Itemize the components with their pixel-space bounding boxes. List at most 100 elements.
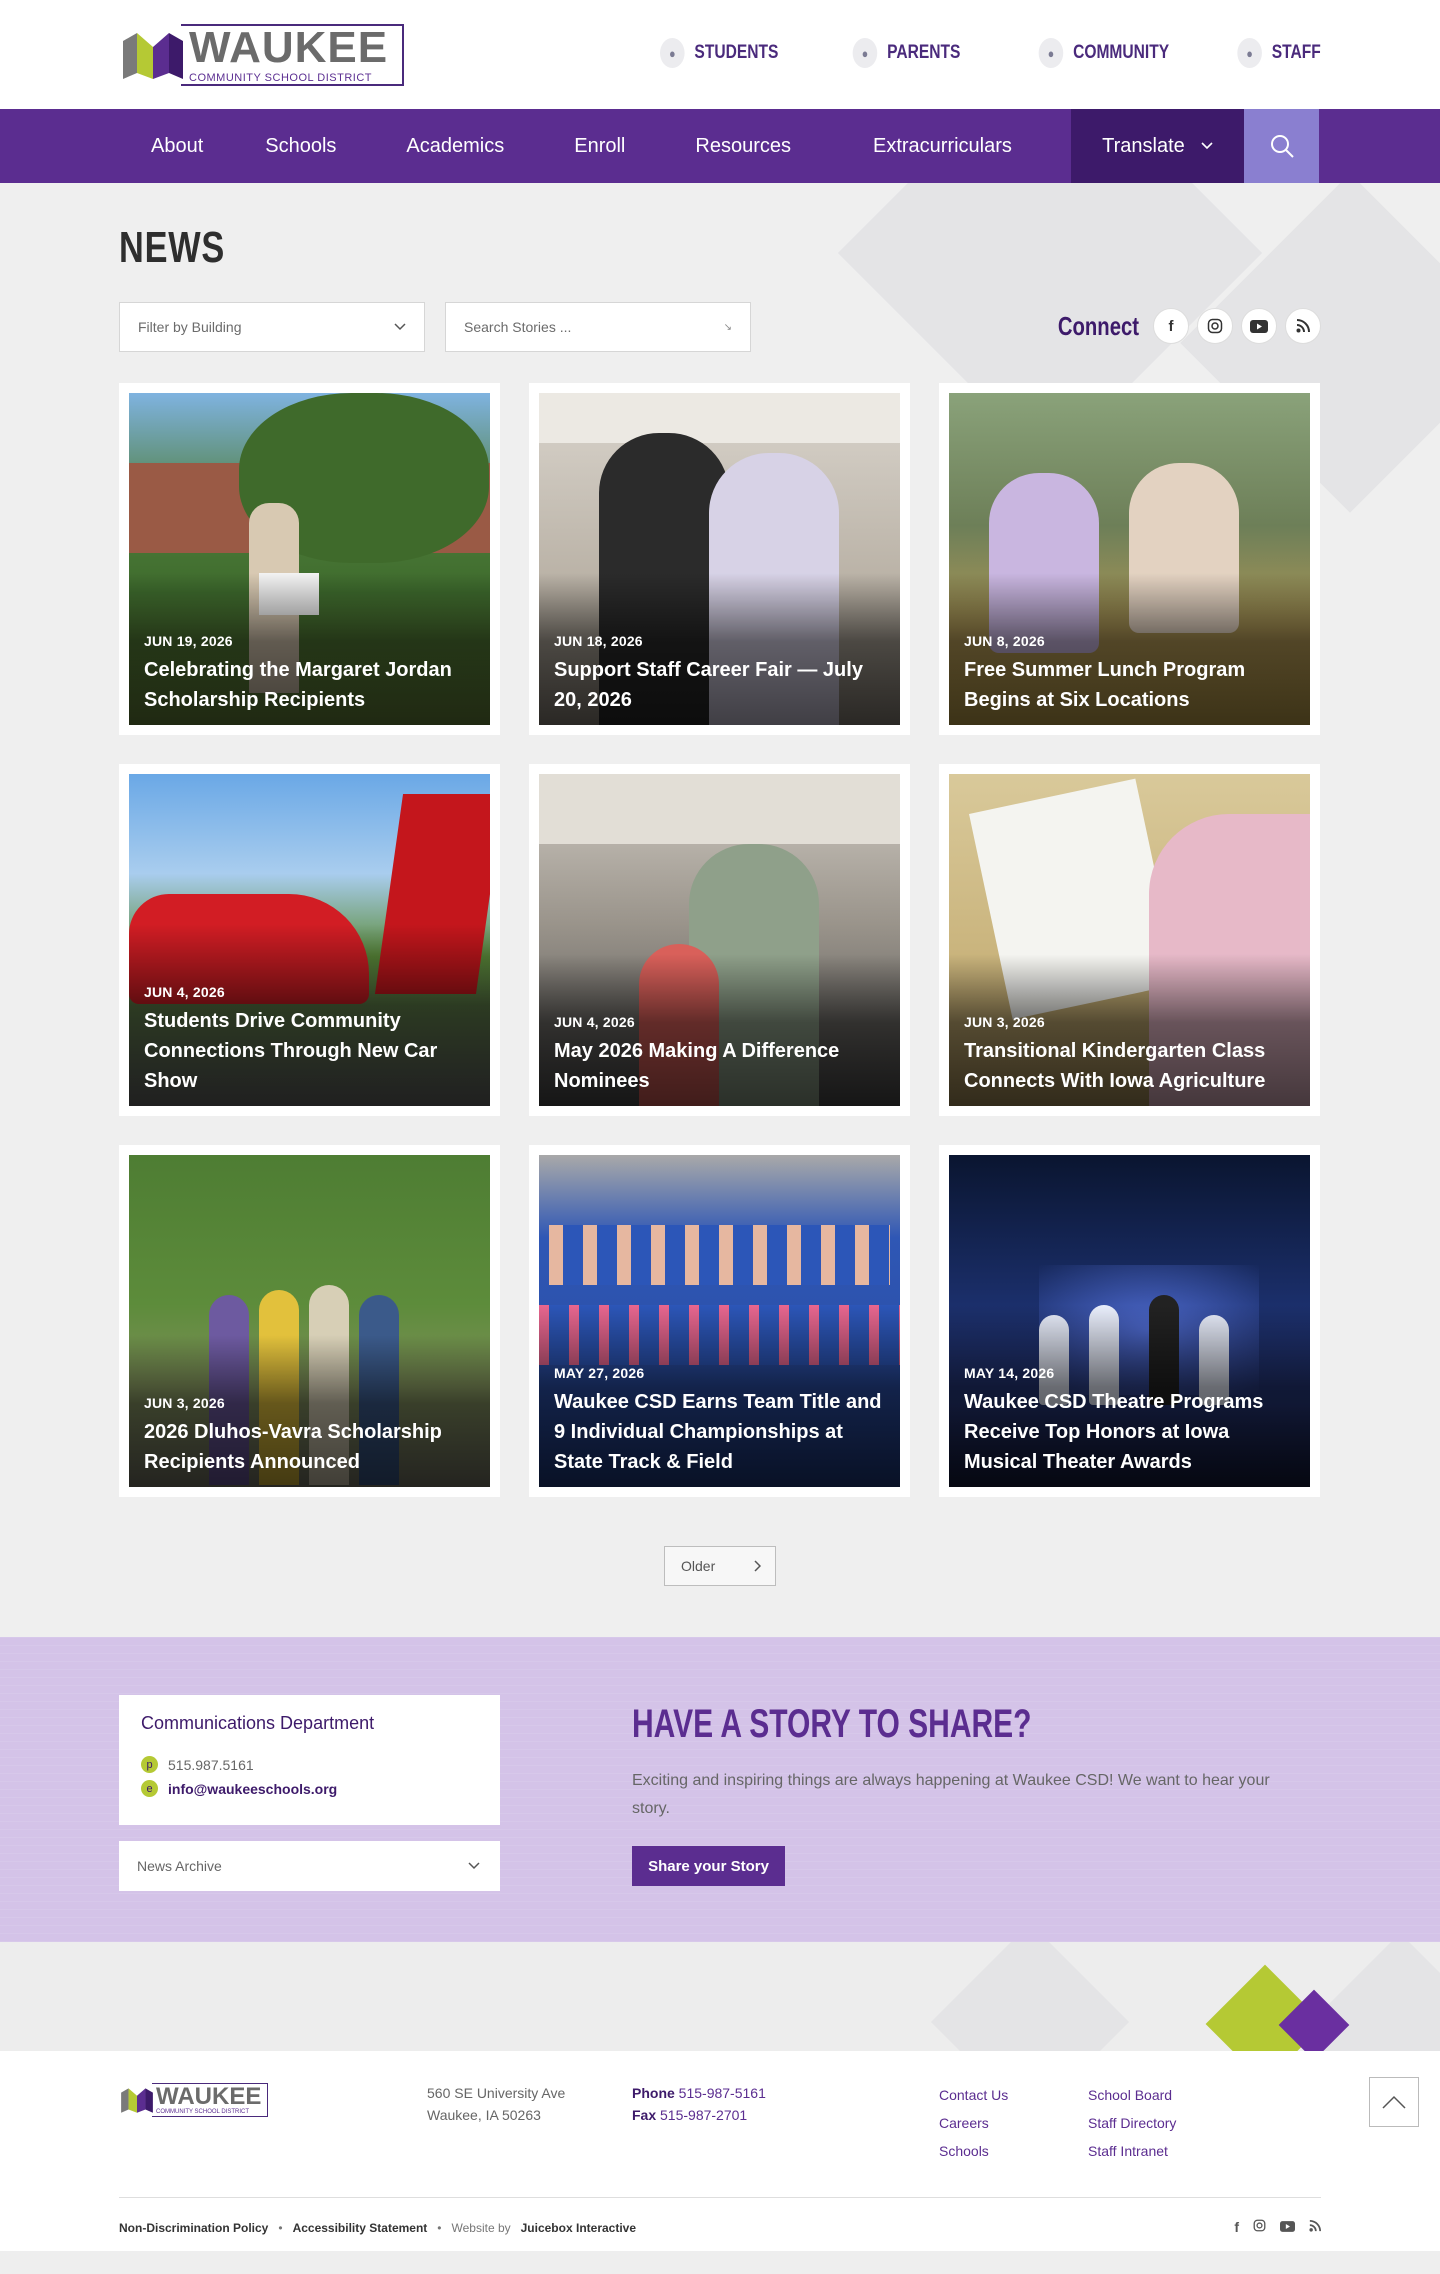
audience-link-parents[interactable]: ● PARENTS — [852, 38, 960, 68]
building-filter-select[interactable]: Filter by Building — [119, 302, 425, 352]
footer-link-school-board[interactable]: School Board — [1088, 2081, 1176, 2109]
audience-label: STAFF — [1271, 42, 1321, 63]
contact-email: e info@waukeeschools.org — [141, 1780, 478, 1797]
news-card[interactable]: JUN 3, 2026 Transitional Kindergarten Cl… — [939, 764, 1320, 1116]
contact-phone: p 515.987.5161 — [141, 1756, 478, 1773]
logo-subtitle: COMMUNITY SCHOOL DISTRICT — [189, 72, 373, 84]
contact-phone-number: 515.987.5161 — [168, 1756, 254, 1773]
district-logo[interactable]: WAUKEE COMMUNITY SCHOOL DISTRICT — [119, 23, 405, 86]
news-card-photo: MAY 14, 2026 Waukee CSD Theatre Programs… — [949, 1155, 1310, 1487]
connect-label: Connect — [1057, 310, 1139, 341]
facebook-icon[interactable]: f — [1234, 2219, 1239, 2235]
share-text: Exciting and inspiring things are always… — [632, 1772, 1270, 1817]
photo-hallway-light — [539, 393, 900, 443]
footer-link-careers[interactable]: Careers — [939, 2109, 1008, 2137]
nav-item-schools[interactable]: Schools — [265, 109, 336, 183]
youtube-icon[interactable] — [1280, 2219, 1295, 2235]
news-card-date: JUN 19, 2026 — [144, 633, 233, 649]
footer-links-col2: School Board Staff Directory Staff Intra… — [1088, 2081, 1176, 2165]
audience-link-community[interactable]: ● COMMUNITY — [1038, 38, 1170, 68]
news-card-photo: MAY 27, 2026 Waukee CSD Earns Team Title… — [539, 1155, 900, 1487]
footer-legal: Non-Discrimination Policy • Accessibilit… — [119, 2221, 636, 2235]
news-card[interactable]: JUN 19, 2026 Celebrating the Margaret Jo… — [119, 383, 500, 735]
news-card-title: Waukee CSD Theatre Programs Receive Top … — [964, 1391, 1264, 1473]
contact-title: Communications Department — [141, 1713, 375, 1733]
phone-label: Phone — [632, 2085, 675, 2101]
waukee-logo-mark-icon — [121, 2088, 153, 2113]
chevron-down-icon — [468, 1862, 480, 1870]
rss-icon[interactable] — [1285, 308, 1321, 344]
student-icon: ● — [660, 38, 685, 68]
news-card-caption: JUN 4, 2026 Students Drive Community Con… — [129, 924, 490, 1106]
instagram-icon[interactable] — [1253, 2219, 1266, 2235]
news-card[interactable]: MAY 27, 2026 Waukee CSD Earns Team Title… — [529, 1145, 910, 1497]
footer-logo-name: WAUKEE — [156, 2083, 262, 2110]
news-card[interactable]: JUN 3, 2026 2026 Dluhos-Vavra Scholarshi… — [119, 1145, 500, 1497]
credit-name: Juicebox Interactive — [520, 2221, 637, 2235]
nav-item-extracurriculars[interactable]: Extracurriculars — [873, 109, 1012, 183]
news-archive-select[interactable]: News Archive — [119, 1841, 500, 1891]
search-stories-input[interactable]: Search Stories ... ↘ — [445, 302, 751, 352]
news-card-date: MAY 27, 2026 — [554, 1365, 645, 1381]
accessibility-label: Accessibility Statement — [292, 2221, 428, 2235]
contact-email-link[interactable]: info@waukeeschools.org — [168, 1781, 337, 1797]
news-card[interactable]: JUN 8, 2026 Free Summer Lunch Program Be… — [939, 383, 1320, 735]
photo-team-row — [549, 1225, 890, 1285]
youtube-icon[interactable] — [1241, 308, 1277, 344]
nav-item-academics[interactable]: Academics — [406, 109, 504, 183]
phone-badge: p — [141, 1756, 158, 1773]
credit-link[interactable]: Juicebox Interactive — [521, 2221, 636, 2235]
news-card-caption: JUN 19, 2026 Celebrating the Margaret Jo… — [129, 573, 490, 725]
accessibility-link[interactable]: Accessibility Statement — [293, 2221, 428, 2235]
decorative-diamond — [931, 1942, 1129, 2051]
audience-link-staff[interactable]: ● STAFF — [1237, 38, 1321, 68]
news-card-title: Students Drive Community Connections Thr… — [144, 1010, 438, 1092]
older-posts-button[interactable]: Older — [664, 1546, 776, 1586]
facebook-icon[interactable]: f — [1153, 308, 1189, 344]
main-nav-items: About Schools Academics Enroll Resources… — [119, 109, 1012, 183]
news-card[interactable]: JUN 4, 2026 May 2026 Making A Difference… — [529, 764, 910, 1116]
search-icon — [1270, 135, 1294, 158]
footer-phone-fax: Phone 515-987-5161 Fax 515-987-2701 — [632, 2082, 766, 2126]
footer-logo-subtitle: COMMUNITY SCHOOL DISTRICT — [156, 2109, 250, 2115]
footer-logo[interactable]: WAUKEE COMMUNITY SCHOOL DISTRICT — [119, 2083, 269, 2117]
instagram-icon[interactable] — [1197, 308, 1233, 344]
news-card[interactable]: JUN 18, 2026 Support Staff Career Fair —… — [529, 383, 910, 735]
nav-item-enroll[interactable]: Enroll — [574, 109, 625, 183]
audience-link-students[interactable]: ● STUDENTS — [660, 38, 779, 68]
news-card[interactable]: MAY 14, 2026 Waukee CSD Theatre Programs… — [939, 1145, 1320, 1497]
news-card-caption: JUN 3, 2026 2026 Dluhos-Vavra Scholarshi… — [129, 1335, 490, 1487]
news-card-caption: JUN 3, 2026 Transitional Kindergarten Cl… — [949, 954, 1310, 1106]
news-card-title: 2026 Dluhos-Vavra Scholarship Recipients… — [144, 1421, 442, 1473]
news-card-date: JUN 4, 2026 — [554, 1014, 635, 1030]
fax-label: Fax — [632, 2107, 657, 2123]
back-to-top-button[interactable] — [1369, 2077, 1419, 2127]
email-badge: e — [141, 1780, 158, 1797]
phone-link[interactable]: 515-987-5161 — [679, 2085, 766, 2101]
search-stories-placeholder: Search Stories ... — [464, 319, 572, 335]
connect-social: Connect f — [1035, 308, 1321, 344]
footer: WAUKEE COMMUNITY SCHOOL DISTRICT 560 SE … — [0, 2051, 1440, 2251]
search-button[interactable] — [1244, 109, 1319, 183]
search-submit-icon[interactable]: ↘ — [724, 322, 732, 333]
share-story-button[interactable]: Share your Story — [632, 1846, 785, 1886]
footer-logo-wordmark: WAUKEE COMMUNITY SCHOOL DISTRICT — [152, 2083, 269, 2117]
nondiscrimination-link[interactable]: Non-Discrimination Policy — [119, 2221, 268, 2235]
waukee-logo-mark-icon — [123, 33, 183, 79]
translate-dropdown[interactable]: Translate — [1071, 109, 1244, 183]
nav-item-resources[interactable]: Resources — [695, 109, 791, 183]
logo-wordmark: WAUKEE COMMUNITY SCHOOL DISTRICT — [181, 23, 405, 86]
rss-icon[interactable] — [1309, 2219, 1321, 2235]
logo-name: WAUKEE — [189, 23, 389, 72]
news-card-photo: JUN 4, 2026 May 2026 Making A Difference… — [539, 774, 900, 1106]
news-card[interactable]: JUN 4, 2026 Students Drive Community Con… — [119, 764, 500, 1116]
footer-link-staff-directory[interactable]: Staff Directory — [1088, 2109, 1176, 2137]
footer-link-contact-us[interactable]: Contact Us — [939, 2081, 1008, 2109]
audience-label: COMMUNITY — [1073, 42, 1170, 63]
footer-link-staff-intranet[interactable]: Staff Intranet — [1088, 2137, 1176, 2165]
nav-item-about[interactable]: About — [151, 109, 203, 183]
news-archive-label: News Archive — [137, 1858, 222, 1874]
news-card-caption: JUN 8, 2026 Free Summer Lunch Program Be… — [949, 573, 1310, 725]
credit-prefix: Website by — [451, 2221, 511, 2235]
footer-link-schools[interactable]: Schools — [939, 2137, 1008, 2165]
